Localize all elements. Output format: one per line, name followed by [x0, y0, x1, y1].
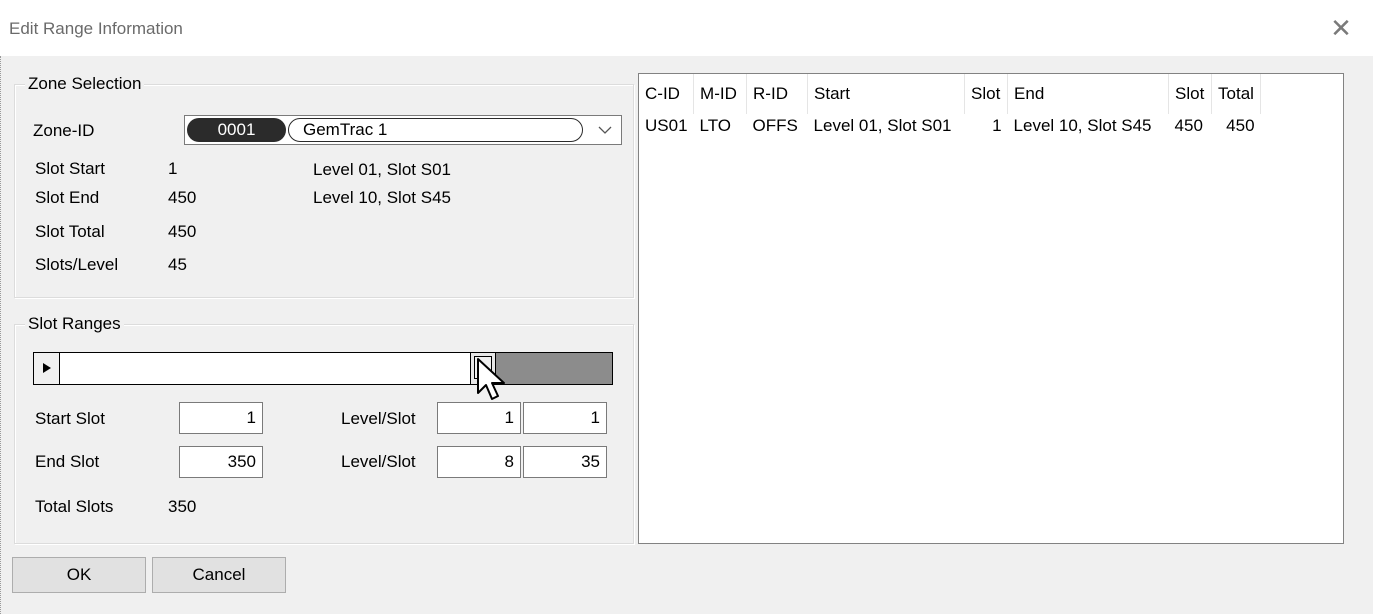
- close-icon[interactable]: ✕: [1327, 14, 1355, 42]
- column-header-r-id[interactable]: R-ID: [746, 74, 809, 114]
- slot-start-label: Slot Start: [35, 159, 105, 178]
- total-slots-value: 350: [168, 497, 197, 516]
- column-header-end[interactable]: End: [1007, 74, 1170, 114]
- cell-m-id: LTO: [699, 116, 732, 135]
- zone-id-value: 0001: [187, 118, 286, 142]
- cell-end-slot: 450: [1174, 116, 1203, 135]
- column-header-start-slot[interactable]: Slot: [964, 74, 1009, 114]
- column-header-c-id[interactable]: C-ID: [639, 74, 695, 114]
- slot-range-slider[interactable]: [33, 352, 613, 385]
- cancel-button[interactable]: Cancel: [152, 557, 286, 593]
- slot-end-location: Level 10, Slot S45: [313, 188, 451, 207]
- zone-id-dropdown[interactable]: 0001 GemTrac 1: [184, 115, 622, 145]
- start-slot-input[interactable]: 1: [179, 402, 263, 434]
- cell-end: Level 10, Slot S45: [1013, 116, 1152, 135]
- slots-per-level-value: 45: [168, 255, 187, 274]
- column-header-start[interactable]: Start: [807, 74, 966, 114]
- range-list-table[interactable]: C-ID M-ID R-ID Start Slot End Slot Total…: [638, 73, 1344, 544]
- slot-total-value: 450: [168, 222, 197, 241]
- slot-total-label: Slot Total: [35, 222, 105, 241]
- slot-start-value: 1: [168, 159, 178, 178]
- left-edge-divider: [0, 56, 3, 614]
- dialog-body: Zone Selection Zone-ID 0001 GemTrac 1 Sl…: [0, 56, 1373, 614]
- play-right-icon: [42, 363, 51, 374]
- cell-total: 450: [1226, 116, 1255, 135]
- end-slot-input[interactable]: 350: [179, 446, 263, 478]
- column-header-total[interactable]: Total: [1211, 74, 1262, 114]
- ok-button[interactable]: OK: [12, 557, 146, 593]
- chevron-down-icon[interactable]: [595, 120, 615, 140]
- column-header-end-slot[interactable]: Slot: [1168, 74, 1213, 114]
- end-level-input[interactable]: 8: [437, 446, 521, 478]
- cell-r-id: OFFS: [752, 116, 798, 135]
- table-row[interactable]: US01 LTO OFFS Level 01, Slot S01 1 Level…: [639, 114, 1261, 138]
- mouse-cursor-icon: [477, 358, 505, 400]
- start-slot-label: Start Slot: [35, 409, 105, 428]
- slider-start-handle[interactable]: [34, 353, 60, 384]
- cell-c-id: US01: [645, 116, 688, 135]
- slot-end-label: Slot End: [35, 188, 100, 207]
- column-header-m-id[interactable]: M-ID: [693, 74, 748, 114]
- slot-ranges-legend: Slot Ranges: [25, 314, 124, 334]
- start-level-input[interactable]: 1: [437, 402, 521, 434]
- zone-id-label: Zone-ID: [33, 121, 95, 140]
- range-table: C-ID M-ID R-ID Start Slot End Slot Total…: [639, 74, 1262, 138]
- window-title: Edit Range Information: [9, 19, 183, 38]
- cell-start: Level 01, Slot S01: [813, 116, 952, 135]
- end-level-slot-label: Level/Slot: [341, 452, 416, 471]
- slots-per-level-label: Slots/Level: [35, 255, 119, 274]
- zone-name-value: GemTrac 1: [288, 118, 583, 142]
- slot-end-value: 450: [168, 188, 197, 207]
- table-header-row: C-ID M-ID R-ID Start Slot End Slot Total: [639, 74, 1262, 114]
- end-slot-label: End Slot: [35, 452, 100, 471]
- title-bar: Edit Range Information ✕: [0, 0, 1373, 56]
- slot-start-location: Level 01, Slot S01: [313, 160, 451, 179]
- start-slot-in-level-input[interactable]: 1: [523, 402, 607, 434]
- start-level-slot-label: Level/Slot: [341, 409, 416, 428]
- end-slot-in-level-input[interactable]: 35: [523, 446, 607, 478]
- total-slots-label: Total Slots: [35, 497, 114, 516]
- zone-selection-legend: Zone Selection: [25, 74, 145, 94]
- cell-start-slot: 1: [992, 116, 1002, 135]
